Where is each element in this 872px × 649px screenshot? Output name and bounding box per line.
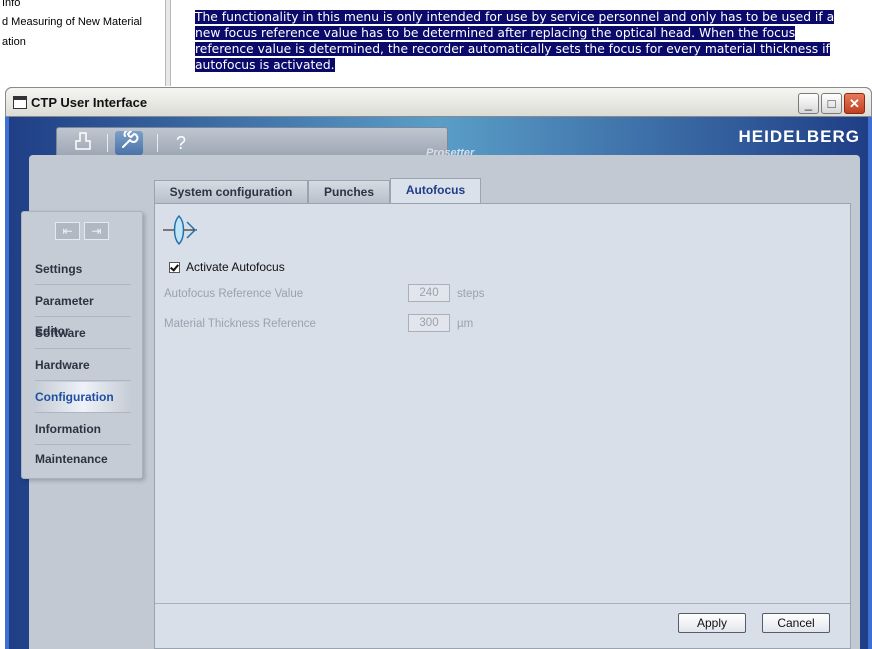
ctp-window: CTP User Interface _ □ ✕ ? Prosetter HEI…	[5, 87, 872, 649]
title-bar[interactable]: CTP User Interface _ □ ✕	[5, 87, 872, 117]
toc-item[interactable]: ation	[2, 36, 26, 48]
toc-item[interactable]: Info	[2, 0, 20, 9]
selected-paragraph: The functionality in this menu is only i…	[195, 10, 835, 72]
sidebar-item-software[interactable]: Software	[35, 318, 131, 349]
sidebar-item-settings[interactable]: Settings	[35, 254, 131, 285]
activate-autofocus-checkbox[interactable]	[169, 262, 180, 273]
wrench-icon[interactable]	[115, 129, 143, 155]
autofocus-panel: Activate Autofocus Autofocus Reference V…	[154, 203, 851, 649]
maximize-button[interactable]: □	[821, 93, 842, 114]
app-window-icon	[13, 96, 27, 109]
stamp-icon[interactable]	[69, 131, 97, 155]
brand-logo: HEIDELBERG	[738, 127, 860, 146]
reference-value-unit: steps	[457, 288, 485, 300]
help-toc-pane: Info d Measuring of New Material ation	[0, 0, 166, 86]
close-button[interactable]: ✕	[844, 93, 865, 114]
lens-icon	[163, 214, 197, 246]
sidebar-item-maintenance[interactable]: Maintenance	[35, 444, 131, 474]
forward-arrow-icon[interactable]: ⇥	[84, 222, 109, 240]
back-arrow-icon[interactable]: ⇤	[55, 222, 80, 240]
thickness-reference-label: Material Thickness Reference	[164, 318, 316, 330]
help-content-pane: The functionality in this menu is only i…	[171, 0, 872, 86]
sidebar-item-parameter-editor[interactable]: Parameter Editor	[35, 286, 131, 338]
main-panel: ⇤ ⇥ Settings Parameter Editor Software Ha…	[21, 155, 860, 649]
cancel-button[interactable]: Cancel	[762, 613, 830, 633]
sidebar: ⇤ ⇥ Settings Parameter Editor Software Ha…	[21, 211, 143, 479]
thickness-reference-field[interactable]: 300	[408, 314, 450, 332]
activate-autofocus-row[interactable]: Activate Autofocus	[169, 260, 285, 274]
app-client-area: ? Prosetter HEIDELBERG ⇤ ⇥ Settings Param…	[9, 117, 868, 649]
tab-autofocus[interactable]: Autofocus	[390, 178, 481, 203]
thickness-reference-unit: µm	[457, 318, 474, 330]
help-icon[interactable]: ?	[167, 131, 195, 155]
sidebar-item-configuration[interactable]: Configuration	[35, 382, 131, 413]
apply-button[interactable]: Apply	[678, 613, 746, 633]
window-title: CTP User Interface	[31, 95, 148, 110]
button-divider	[155, 603, 850, 604]
minimize-button[interactable]: _	[798, 93, 819, 114]
activate-autofocus-label: Activate Autofocus	[186, 260, 285, 274]
tab-punches[interactable]: Punches	[308, 180, 390, 203]
toc-item[interactable]: d Measuring of New Material	[2, 16, 142, 28]
tab-system-configuration[interactable]: System configuration	[154, 180, 308, 203]
sidebar-item-information[interactable]: Information	[35, 414, 131, 445]
reference-value-field[interactable]: 240	[408, 284, 450, 302]
sidebar-item-hardware[interactable]: Hardware	[35, 350, 131, 381]
reference-value-label: Autofocus Reference Value	[164, 288, 304, 300]
